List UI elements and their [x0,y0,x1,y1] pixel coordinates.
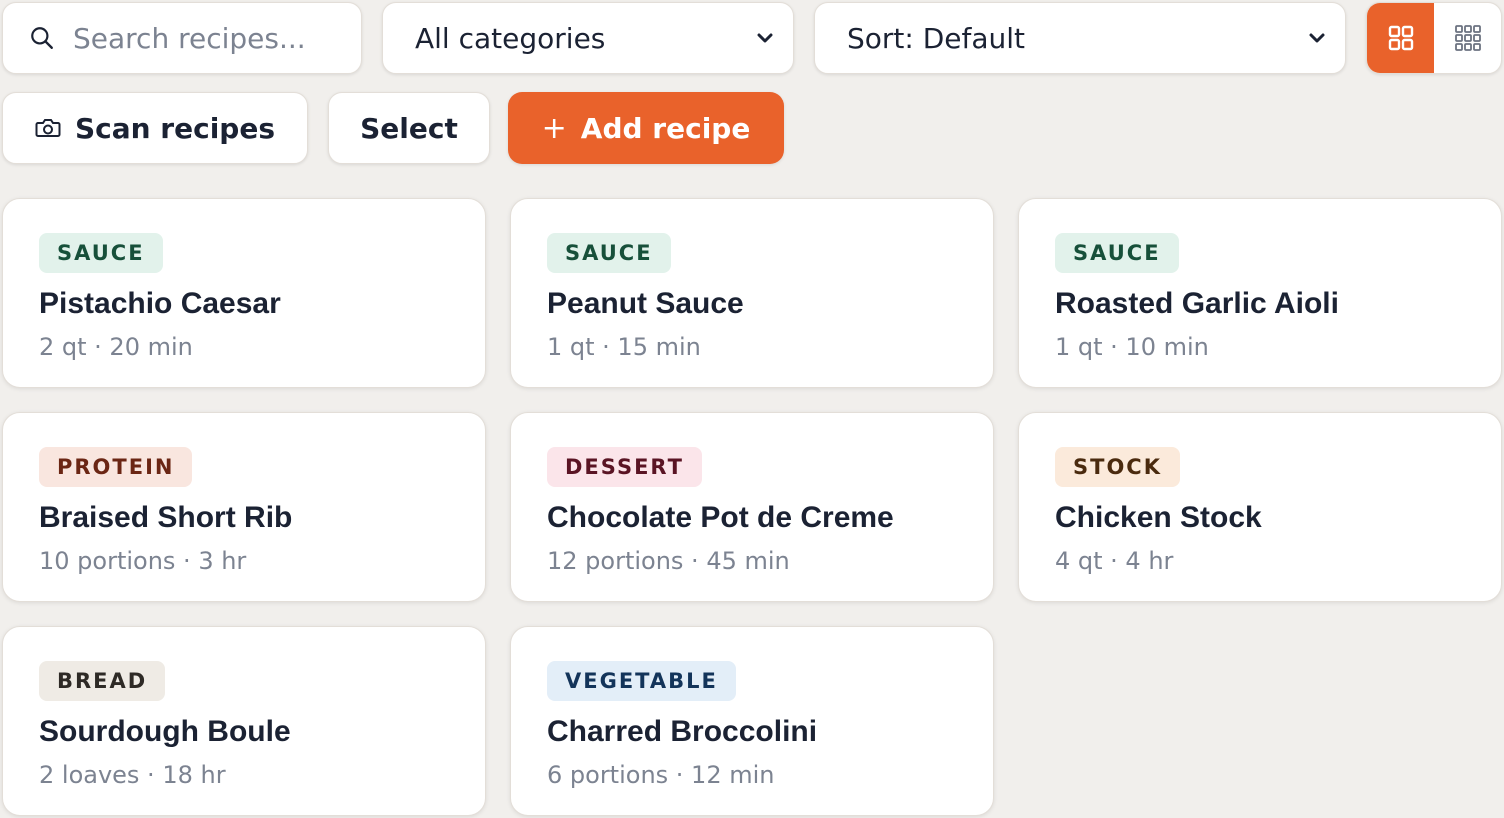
chevron-down-icon [757,33,773,43]
recipe-meta: 6 portions · 12 min [547,761,775,789]
grid-large-icon [1388,25,1413,51]
category-badge: PROTEIN [39,447,193,487]
category-badge: DESSERT [547,447,702,487]
category-select-value: All categories [415,21,606,55]
search-box[interactable] [2,2,362,74]
select-label: Select [360,111,458,145]
camera-icon [35,119,61,137]
recipe-card[interactable]: PROTEIN Braised Short Rib 10 portions · … [2,412,486,602]
category-badge: VEGETABLE [547,661,736,701]
sort-select[interactable]: Sort: Default [814,2,1346,74]
recipe-card[interactable]: SAUCE Peanut Sauce 1 qt · 15 min [510,198,994,388]
add-recipe-label: Add recipe [580,111,751,145]
recipe-meta: 12 portions · 45 min [547,547,790,575]
recipe-card[interactable]: VEGETABLE Charred Broccolini 6 portions … [510,626,994,816]
recipe-card[interactable]: SAUCE Roasted Garlic Aioli 1 qt · 10 min [1018,198,1502,388]
scan-recipes-button[interactable]: Scan recipes [2,92,308,164]
search-input[interactable] [73,21,353,55]
category-badge: BREAD [39,661,166,701]
grid-small-icon [1454,25,1481,51]
category-badge: SAUCE [547,233,671,273]
large-grid-view-button[interactable] [1367,3,1434,73]
select-button[interactable]: Select [328,92,490,164]
recipe-title: Charred Broccolini [547,715,818,748]
recipe-title: Pistachio Caesar [39,287,281,320]
recipe-title: Roasted Garlic Aioli [1055,287,1339,320]
recipe-meta: 1 qt · 10 min [1055,333,1209,361]
plus-icon: + [541,110,567,146]
recipe-card[interactable]: SAUCE Pistachio Caesar 2 qt · 20 min [2,198,486,388]
recipe-title: Chicken Stock [1055,501,1262,534]
add-recipe-button[interactable]: + Add recipe [508,92,784,164]
recipe-title: Peanut Sauce [547,287,744,320]
recipe-title: Chocolate Pot de Creme [547,501,894,534]
recipe-card[interactable]: BREAD Sourdough Boule 2 loaves · 18 hr [2,626,486,816]
recipe-card[interactable]: DESSERT Chocolate Pot de Creme 12 portio… [510,412,994,602]
recipe-meta: 2 loaves · 18 hr [39,761,226,789]
recipe-meta: 10 portions · 3 hr [39,547,247,575]
recipe-meta: 1 qt · 15 min [547,333,701,361]
category-badge: STOCK [1055,447,1180,487]
recipe-meta: 4 qt · 4 hr [1055,547,1174,575]
category-badge: SAUCE [1055,233,1179,273]
recipe-card[interactable]: STOCK Chicken Stock 4 qt · 4 hr [1018,412,1502,602]
view-toggle [1366,2,1502,74]
recipe-title: Sourdough Boule [39,715,291,748]
category-select[interactable]: All categories [382,2,794,74]
sort-select-value: Sort: Default [847,21,1026,55]
search-icon [31,27,53,49]
category-badge: SAUCE [39,233,163,273]
recipe-title: Braised Short Rib [39,501,293,534]
recipe-meta: 2 qt · 20 min [39,333,193,361]
chevron-down-icon [1309,33,1325,43]
scan-recipes-label: Scan recipes [74,111,276,145]
small-grid-view-button[interactable] [1434,3,1501,73]
